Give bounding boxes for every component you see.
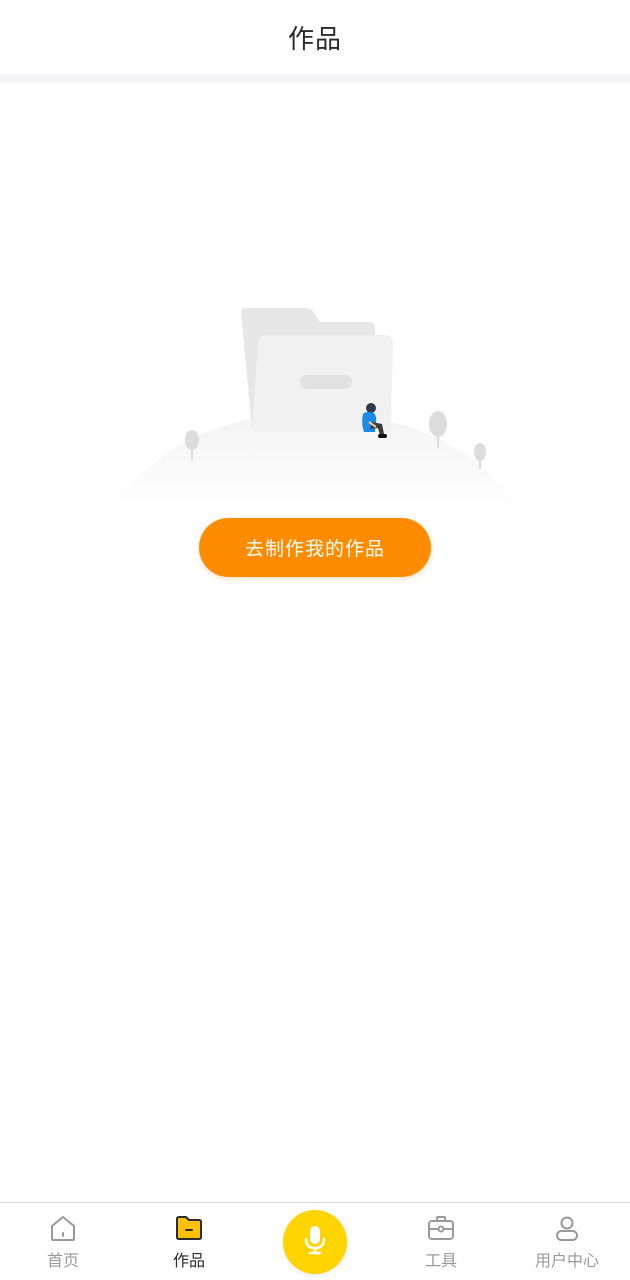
create-work-button[interactable]: 去制作我的作品 — [199, 518, 431, 577]
tab-tools-label: 工具 — [424, 1251, 457, 1270]
tab-home-label: 首页 — [46, 1251, 79, 1270]
home-icon — [46, 1211, 80, 1245]
tab-home[interactable]: 首页 — [0, 1211, 126, 1275]
page-title: 作品 — [287, 24, 342, 55]
app-root: 作品 去制作我的作品 首页 作品 工具 用户中心 — [0, 0, 630, 1280]
empty-folder-illustration — [110, 308, 520, 515]
header-divider — [0, 74, 630, 83]
toolbox-icon — [424, 1211, 458, 1245]
microphone-icon — [300, 1223, 330, 1261]
folder-label — [300, 375, 352, 389]
tab-user-center-label: 用户中心 — [534, 1251, 599, 1270]
tab-user-center[interactable]: 用户中心 — [504, 1211, 630, 1275]
user-icon — [550, 1211, 584, 1245]
record-button[interactable] — [283, 1210, 347, 1274]
header: 作品 — [0, 0, 630, 74]
tab-works-label: 作品 — [172, 1251, 205, 1270]
tab-tools[interactable]: 工具 — [378, 1211, 504, 1275]
tab-works[interactable]: 作品 — [126, 1211, 252, 1275]
folder-icon — [172, 1211, 206, 1245]
